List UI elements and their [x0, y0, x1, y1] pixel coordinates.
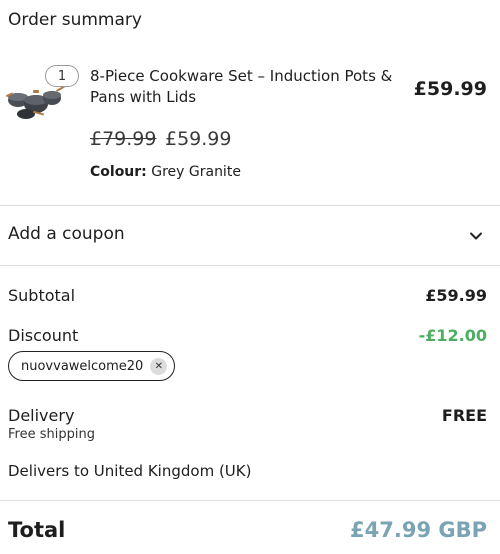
delivers-to: Delivers to United Kingdom (UK) [8, 462, 252, 480]
coupon-code: nuovvawelcome20 [21, 358, 144, 374]
product-name: 8-Piece Cookware Set – Induction Pots & … [90, 67, 393, 106]
line-total: £59.99 [413, 78, 487, 100]
discount-value: -£12.00 [418, 326, 487, 345]
delivery-note: Free shipping [8, 427, 95, 442]
quantity-badge: 1 [45, 65, 79, 87]
delivery-value: FREE [441, 406, 487, 425]
colour-option: Colour: Grey Granite [90, 164, 241, 180]
colour-value: Grey Granite [151, 164, 241, 180]
divider [0, 500, 500, 501]
subtotal-label: Subtotal [8, 286, 76, 305]
discount-label: Discount [8, 326, 79, 345]
order-summary-title: Order summary [8, 10, 142, 30]
total-label: Total [8, 518, 66, 542]
applied-coupon-chip: nuovvawelcome20 ✕ [8, 351, 176, 381]
remove-coupon-icon[interactable]: ✕ [150, 357, 168, 375]
total-value: £47.99 GBP [350, 518, 487, 542]
sale-price: £59.99 [165, 128, 232, 150]
subtotal-value: £59.99 [425, 286, 487, 305]
divider [0, 265, 500, 266]
delivery-label: Delivery [8, 406, 75, 425]
add-coupon-label: Add a coupon [8, 224, 125, 244]
add-coupon-toggle[interactable]: Add a coupon [0, 206, 500, 265]
original-price: £79.99 [90, 128, 157, 150]
chevron-down-icon [470, 232, 482, 240]
colour-label: Colour: [90, 164, 147, 180]
